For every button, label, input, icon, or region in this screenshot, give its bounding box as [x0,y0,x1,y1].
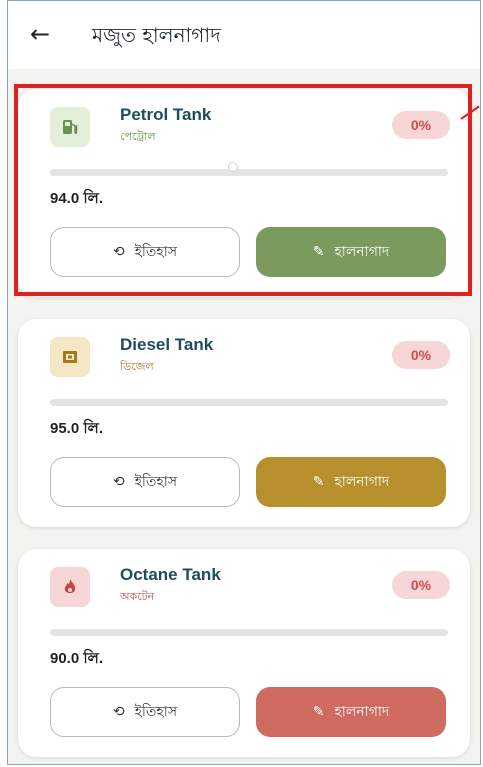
level-bar [50,169,448,176]
pencil-icon: ✎ [312,474,325,490]
tank-name: Diesel Tank [120,335,214,354]
level-bar [50,629,448,636]
percent-badge: 0% [392,341,450,369]
history-label: ইতিহাস [134,244,178,260]
diesel-can-icon [50,337,90,377]
update-label: হালনাগাদ [334,474,390,490]
tank-quantity: 95.0 লি. [50,420,103,437]
page-title: মজুত হালনাগাদ [92,23,221,47]
slider-thumb [228,162,238,172]
app-frame: ← মজুত হালনাগাদ Petrol Tank পেট্রোল 0% 9… [7,0,481,765]
tank-subtitle: ডিজেল [120,360,154,373]
fuel-pump-icon [50,107,90,147]
app-header: ← মজুত হালনাগাদ [8,1,480,69]
update-stock-button[interactable]: ✎ হালনাগাদ [256,687,446,737]
percent-badge: 0% [392,111,450,139]
tank-subtitle: অকটেন [120,590,155,603]
update-stock-button[interactable]: ✎ হালনাগাদ [256,227,446,277]
history-button[interactable]: ⟲ ইতিহাস [50,687,240,737]
history-label: ইতিহাস [134,474,178,490]
history-icon: ⟲ [112,244,125,260]
percent-badge: 0% [392,571,450,599]
history-icon: ⟲ [112,474,125,490]
pencil-icon: ✎ [312,704,325,720]
history-label: ইতিহাস [134,704,178,720]
arrow-left-icon[interactable]: ← [30,19,50,49]
tank-subtitle: পেট্রোল [120,130,156,143]
history-icon: ⟲ [112,704,125,720]
update-stock-button[interactable]: ✎ হালনাগাদ [256,457,446,507]
tank-card-diesel: Diesel Tank ডিজেল 0% 95.0 লি. ⟲ ইতিহাস ✎… [18,319,470,527]
flame-icon [50,567,90,607]
pencil-icon: ✎ [312,244,325,260]
tank-name: Octane Tank [120,565,221,584]
level-bar [50,399,448,406]
tank-name: Petrol Tank [120,105,212,124]
history-button[interactable]: ⟲ ইতিহাস [50,457,240,507]
tank-quantity: 94.0 লি. [50,190,103,207]
history-button[interactable]: ⟲ ইতিহাস [50,227,240,277]
update-label: হালনাগাদ [334,244,390,260]
tank-quantity: 90.0 লি. [50,650,103,667]
tank-card-petrol: Petrol Tank পেট্রোল 0% 94.0 লি. ⟲ ইতিহাস… [18,89,470,297]
update-label: হালনাগাদ [334,704,390,720]
tank-card-octane: Octane Tank অকটেন 0% 90.0 লি. ⟲ ইতিহাস ✎… [18,549,470,757]
